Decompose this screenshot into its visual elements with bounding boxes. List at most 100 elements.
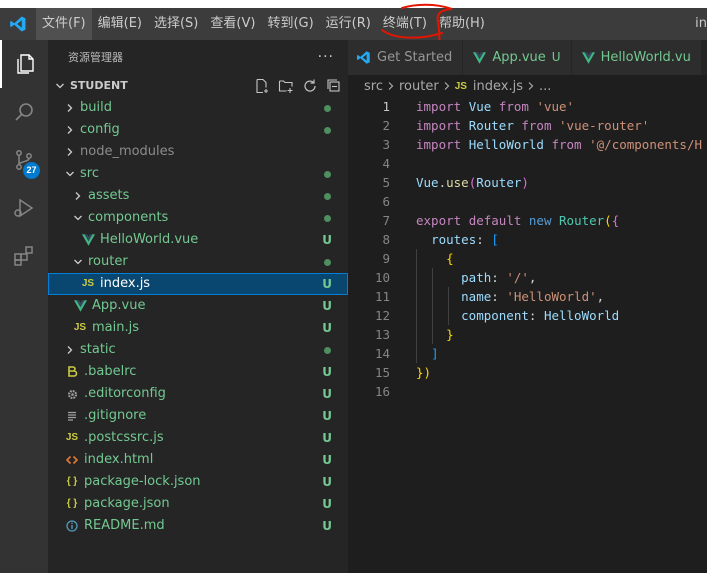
tree-item-package-lock-json[interactable]: { } package-lock.json U bbox=[48, 471, 348, 493]
tree-item-editorconfig[interactable]: .editorconfig U bbox=[48, 383, 348, 405]
more-actions-button[interactable]: ··· bbox=[318, 40, 334, 75]
tree-item-package-json[interactable]: { } package.json U bbox=[48, 493, 348, 515]
code-token: : bbox=[528, 308, 544, 323]
code-token: : bbox=[491, 289, 507, 304]
tree-item-index-html[interactable]: index.html U bbox=[48, 449, 348, 471]
code-token: { bbox=[611, 213, 620, 228]
tab-get-started[interactable]: Get Started bbox=[348, 40, 464, 75]
breadcrumb-item-src[interactable]: src bbox=[364, 79, 383, 94]
untracked-badge: U bbox=[322, 387, 332, 401]
js-file-icon: JS bbox=[81, 278, 95, 289]
tree-item-postcssrc-js[interactable]: JS .postcssrc.js U bbox=[48, 427, 348, 449]
vue-file-icon bbox=[72, 300, 88, 312]
text-file-icon bbox=[64, 410, 80, 422]
tree-item-index-js[interactable]: JS index.js U bbox=[48, 273, 348, 295]
tree-item-readme-md[interactable]: README.md U bbox=[48, 515, 348, 537]
code-token: from bbox=[521, 118, 552, 133]
code-token: : bbox=[491, 270, 507, 285]
menu-item-6[interactable]: 终端(T) bbox=[377, 8, 433, 40]
search-icon[interactable] bbox=[0, 88, 48, 136]
breadcrumb-item-router[interactable]: router bbox=[399, 79, 439, 94]
untracked-badge: U bbox=[551, 50, 561, 64]
tree-item-src[interactable]: src bbox=[48, 163, 348, 185]
code-line: 16 bbox=[348, 382, 707, 401]
tree-item-gitignore[interactable]: .gitignore U bbox=[48, 405, 348, 427]
menu-item-0[interactable]: 文件(F) bbox=[36, 8, 92, 40]
changes-dot-icon bbox=[324, 347, 331, 354]
tree-item-label: index.html bbox=[84, 452, 154, 467]
tree-item-label: build bbox=[80, 100, 112, 115]
tree-item-node-modules[interactable]: node_modules bbox=[48, 141, 348, 163]
vue-file-icon bbox=[473, 51, 487, 64]
file-tree: build config node_modulessrc assets componen… bbox=[48, 97, 348, 537]
untracked-badge: U bbox=[322, 365, 332, 379]
code-token: 'HelloWorld' bbox=[506, 289, 597, 304]
menu-item-4[interactable]: 转到(G) bbox=[261, 8, 319, 40]
code-token: component bbox=[461, 308, 529, 323]
tree-item-build[interactable]: build bbox=[48, 97, 348, 119]
new-folder-icon[interactable] bbox=[277, 77, 294, 94]
tree-item-router[interactable]: router bbox=[48, 251, 348, 273]
line-number: 8 bbox=[382, 232, 390, 247]
menu-item-7[interactable]: 帮助(H) bbox=[433, 8, 491, 40]
run-debug-icon[interactable] bbox=[0, 184, 48, 232]
code-token: import bbox=[416, 137, 462, 152]
scm-badge: 27 bbox=[23, 162, 40, 179]
extensions-icon[interactable] bbox=[0, 232, 48, 280]
untracked-badge: U bbox=[322, 519, 332, 533]
collapse-all-icon[interactable] bbox=[325, 77, 342, 94]
editor-tab-bar: Get Started App.vue U HelloWorld.vu bbox=[348, 40, 707, 75]
explorer-sidebar: 资源管理器 ··· STUDENT build config node_module… bbox=[48, 40, 348, 573]
code-line: 9 { bbox=[348, 249, 707, 268]
menu-item-2[interactable]: 选择(S) bbox=[148, 8, 204, 40]
tree-item-label: node_modules bbox=[80, 144, 175, 159]
workspace-section-header[interactable]: STUDENT bbox=[48, 75, 348, 97]
line-number: 4 bbox=[382, 156, 390, 171]
tree-item-components[interactable]: components bbox=[48, 207, 348, 229]
code-token: , bbox=[528, 270, 537, 285]
code-text: component: HelloWorld bbox=[416, 306, 619, 325]
code-text: Vue.use(Router) bbox=[416, 173, 529, 192]
code-line: 8 routes: [ bbox=[348, 230, 707, 249]
tree-item-config[interactable]: config bbox=[48, 119, 348, 141]
source-control-icon[interactable]: 27 bbox=[0, 136, 48, 184]
breadcrumb-symbols[interactable]: ... bbox=[539, 79, 551, 94]
menu-item-3[interactable]: 查看(V) bbox=[204, 8, 261, 40]
tree-item-main-js[interactable]: JS main.js U bbox=[48, 317, 348, 339]
tab-app-vue[interactable]: App.vue U bbox=[463, 40, 572, 75]
chevron-right-icon bbox=[64, 103, 76, 113]
tab-label: HelloWorld.vu bbox=[600, 50, 691, 65]
menu-item-1[interactable]: 编辑(E) bbox=[92, 8, 148, 40]
tree-item-babelrc[interactable]: .babelrc U bbox=[48, 361, 348, 383]
code-token: 'vue-router' bbox=[559, 118, 650, 133]
tree-item-helloworld-vue[interactable]: HelloWorld.vue U bbox=[48, 229, 348, 251]
tree-item-static[interactable]: static bbox=[48, 339, 348, 361]
tab-helloworld-vu[interactable]: HelloWorld.vu bbox=[571, 40, 702, 75]
info-icon bbox=[64, 520, 80, 532]
vscode-logo-icon bbox=[356, 50, 371, 65]
code-line: 1 import Vue from 'vue' bbox=[348, 97, 707, 116]
json-file-icon: { } bbox=[66, 498, 78, 509]
tab-label: Get Started bbox=[377, 50, 453, 65]
chevron-right-icon bbox=[64, 345, 76, 355]
breadcrumb-item-file[interactable]: index.js bbox=[473, 79, 523, 94]
html-file-icon bbox=[64, 454, 80, 466]
babel-icon bbox=[64, 366, 80, 378]
code-editor[interactable]: 1 import Vue from 'vue' 2 import Router fro… bbox=[348, 97, 707, 573]
refresh-icon[interactable] bbox=[301, 77, 318, 94]
new-file-icon[interactable] bbox=[253, 77, 270, 94]
tree-item-app-vue[interactable]: App.vue U bbox=[48, 295, 348, 317]
line-number: 15 bbox=[374, 365, 390, 380]
chevron-right-icon bbox=[64, 125, 76, 135]
code-line: 12 component: HelloWorld bbox=[348, 306, 707, 325]
menu-item-5[interactable]: 运行(R) bbox=[320, 8, 377, 40]
tree-item-assets[interactable]: assets bbox=[48, 185, 348, 207]
explorer-icon[interactable] bbox=[0, 40, 48, 88]
line-number: 10 bbox=[374, 270, 390, 285]
